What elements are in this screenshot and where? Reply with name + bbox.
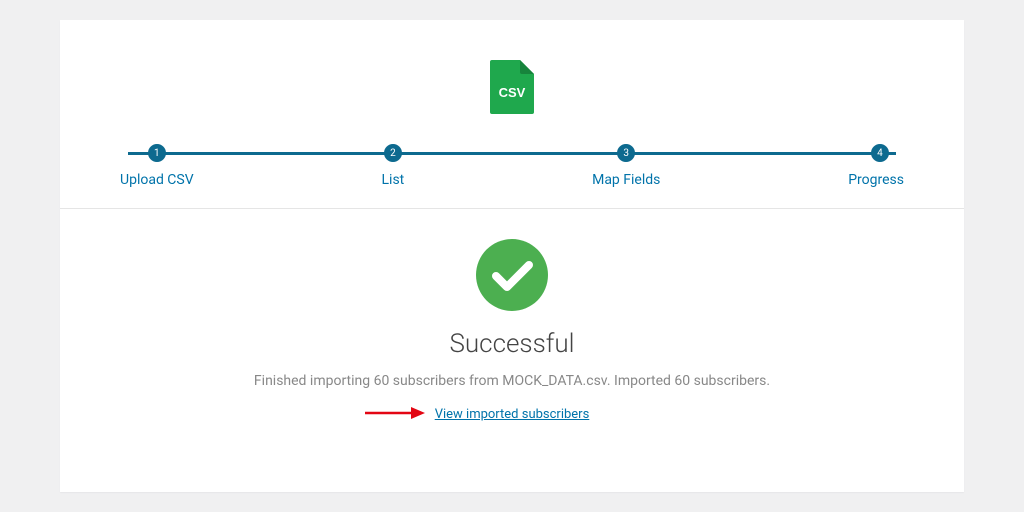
step-dot: 4: [871, 144, 889, 162]
csv-icon-text: CSV: [499, 85, 526, 100]
step-upload-csv[interactable]: 1 Upload CSV: [120, 144, 194, 188]
step-num: 2: [390, 148, 396, 159]
success-icon-wrap: [120, 239, 904, 311]
import-card: CSV 1 Upload CSV 2 List 3 Map Fields 4 P…: [60, 20, 964, 492]
step-num: 1: [154, 148, 160, 159]
annotation-arrow-icon: [365, 405, 425, 421]
stepper-line: [128, 152, 896, 155]
stepper: 1 Upload CSV 2 List 3 Map Fields 4 Progr…: [120, 144, 904, 188]
csv-icon-wrap: CSV: [120, 60, 904, 114]
step-label: List: [382, 172, 405, 188]
result-message: Finished importing 60 subscribers from M…: [120, 373, 904, 389]
stepper-section: CSV 1 Upload CSV 2 List 3 Map Fields 4 P…: [60, 20, 964, 209]
step-progress[interactable]: 4 Progress: [848, 144, 904, 188]
step-num: 4: [877, 148, 883, 159]
check-circle-icon: [476, 239, 548, 311]
view-imported-subscribers-link[interactable]: View imported subscribers: [435, 407, 590, 422]
step-map-fields[interactable]: 3 Map Fields: [592, 144, 660, 188]
step-label: Progress: [848, 172, 904, 188]
result-title: Successful: [120, 329, 904, 359]
step-label: Map Fields: [592, 172, 660, 188]
step-label: Upload CSV: [120, 172, 194, 188]
step-dot: 3: [617, 144, 635, 162]
csv-file-icon: CSV: [490, 60, 534, 114]
result-section: Successful Finished importing 60 subscri…: [60, 209, 964, 452]
step-list[interactable]: 2 List: [382, 144, 405, 188]
step-num: 3: [623, 148, 629, 159]
step-dot: 1: [148, 144, 166, 162]
link-wrap: View imported subscribers: [435, 403, 590, 422]
step-dot: 2: [384, 144, 402, 162]
